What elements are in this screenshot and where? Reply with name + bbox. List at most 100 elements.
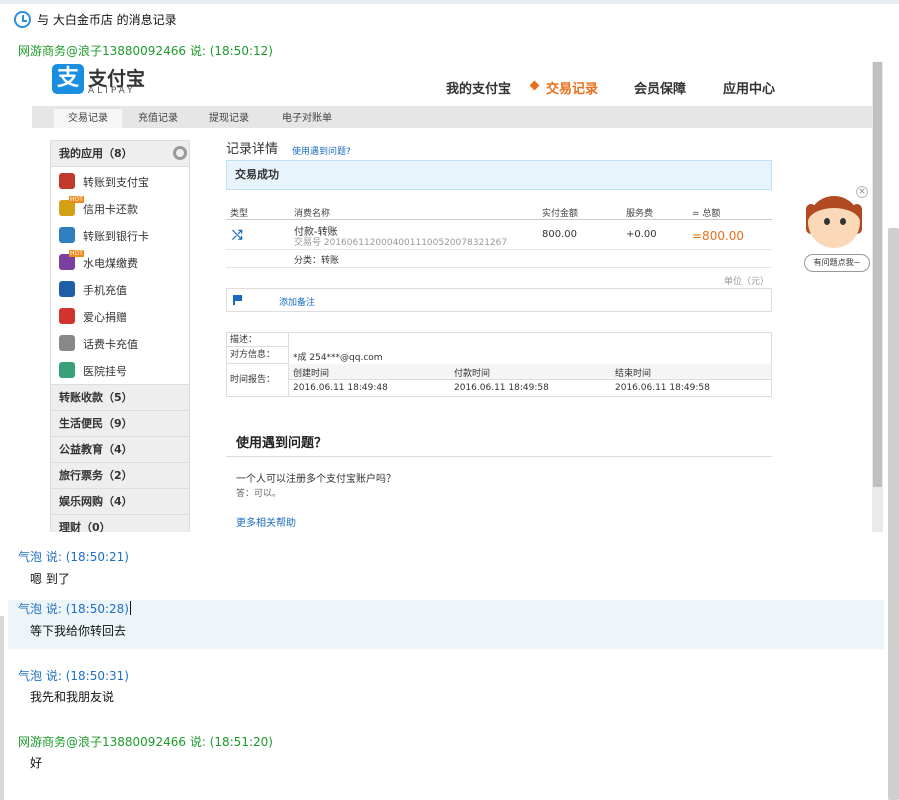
column-header: = 总额 bbox=[692, 209, 721, 219]
avatar-eye bbox=[840, 218, 846, 225]
says-label: 说: bbox=[45, 602, 62, 616]
sender-name: 网游商务@浪子13880092466 bbox=[18, 735, 186, 749]
row-trade-no: 交易号 20160611200040011100520078321267 bbox=[294, 238, 508, 248]
scrollbar[interactable] bbox=[888, 228, 899, 800]
sidebar-category: 娱乐网购（4） bbox=[51, 488, 189, 514]
sidebar-item: 转账到银行卡 bbox=[51, 222, 189, 249]
subtab-statement: 电子对账单 bbox=[282, 113, 332, 124]
message-header: 网游商务@浪子13880092466 说: (18:50:12) bbox=[18, 42, 273, 59]
subtab-trade: 交易记录 bbox=[54, 109, 122, 128]
says-label: 说: bbox=[189, 735, 206, 749]
nav-member-protection: 会员保障 bbox=[634, 82, 687, 97]
assistant-widget: × 有问题点我~ bbox=[804, 186, 870, 278]
message-time: (18:50:31) bbox=[65, 669, 129, 683]
table-row: ⤭ 付款-转账 交易号 2016061120004001110052007832… bbox=[226, 220, 772, 250]
nav-trade-records: 交易记录 bbox=[546, 82, 599, 97]
hot-badge: HOT bbox=[69, 196, 84, 203]
history-header: 与 大白金币店 的消息记录 bbox=[0, 4, 899, 34]
table-header: 类型 消费名称 实付金额 服务费 = 总额 bbox=[226, 204, 772, 220]
inner-scrollbar-thumb bbox=[873, 62, 882, 487]
bank-card-icon bbox=[59, 227, 75, 243]
says-label: 说: bbox=[189, 44, 206, 58]
message-header: 气泡 说: (18:50:31) bbox=[18, 667, 129, 684]
column-header: 消费名称 bbox=[294, 209, 331, 219]
sidebar-category: 转账收款（5） bbox=[51, 384, 189, 410]
alipay-logo-icon: 支 bbox=[52, 64, 84, 94]
row-fee: +0.00 bbox=[626, 229, 657, 240]
close-icon: × bbox=[856, 186, 868, 198]
hospital-icon bbox=[59, 362, 75, 378]
clock-icon bbox=[14, 10, 31, 28]
time-col: 创建时间 bbox=[293, 369, 330, 379]
message-text: 好 bbox=[30, 756, 43, 770]
message-text: 我先和我朋友说 bbox=[30, 690, 115, 704]
sender-name: 气泡 bbox=[18, 602, 43, 616]
help-title: 使用遇到问题？ bbox=[236, 436, 328, 451]
sidebar-item: 医院挂号 bbox=[51, 357, 189, 384]
message-time: (18:50:28) bbox=[65, 602, 129, 616]
time-value: 2016.06.11 18:49:58 bbox=[615, 383, 710, 393]
sidebar-category: 生活便民（9） bbox=[51, 410, 189, 436]
subtab-recharge: 充值记录 bbox=[138, 113, 178, 124]
help-question: 一个人可以注册多个支付宝账户吗？ bbox=[236, 474, 396, 485]
unit-label: 单位（元） bbox=[724, 277, 770, 287]
phone-icon bbox=[59, 281, 75, 297]
sender-name: 网游商务@浪子13880092466 bbox=[18, 44, 186, 58]
sidebar-item: HOT 水电煤缴费 bbox=[51, 249, 189, 276]
nav-my-alipay: 我的支付宝 bbox=[446, 82, 512, 97]
left-edge bbox=[0, 616, 4, 800]
sidebar-category: 旅行票务（2） bbox=[51, 462, 189, 488]
sidebar-item-label: 话费卡充值 bbox=[83, 338, 138, 351]
alipay-subtabs: 交易记录 充值记录 提现记录 电子对账单 bbox=[32, 106, 872, 128]
avatar-eye bbox=[824, 218, 830, 225]
hot-badge: HOT bbox=[69, 250, 84, 257]
assistant-avatar bbox=[808, 196, 860, 248]
message-time: (18:50:12) bbox=[209, 44, 273, 58]
gear-icon bbox=[173, 146, 187, 160]
nav-active-dot-icon bbox=[529, 80, 540, 91]
alipay-brand-sub: ALIPAY bbox=[88, 86, 136, 96]
desc-label: 描述： bbox=[227, 333, 289, 347]
add-note-box: 添加备注 bbox=[226, 288, 772, 312]
subtab-withdraw: 提现记录 bbox=[209, 113, 249, 124]
help-more-link: 更多相关帮助 bbox=[236, 518, 296, 529]
time-value: 2016.06.11 18:49:58 bbox=[454, 383, 549, 393]
column-header: 类型 bbox=[230, 209, 249, 219]
info-table: 描述： 对方信息： *成 254***@qq.com 时间报告： 创建时间 付款… bbox=[226, 332, 772, 397]
alipay-screenshot-image[interactable]: 支 支付宝 ALIPAY 我的支付宝 交易记录 会员保障 应用中心 交易记录 充… bbox=[32, 62, 883, 532]
message-text: 等下我给你转回去 bbox=[30, 624, 127, 638]
add-note-link: 添加备注 bbox=[279, 298, 316, 308]
message-time: (18:51:20) bbox=[209, 735, 273, 749]
sidebar-item-label: 转账到支付宝 bbox=[83, 176, 149, 189]
column-header: 实付金额 bbox=[542, 209, 579, 219]
row-amount: 800.00 bbox=[542, 229, 577, 240]
row-total: =800.00 bbox=[692, 229, 745, 243]
heart-icon bbox=[59, 308, 75, 324]
sidebar-item-label: 手机充值 bbox=[83, 284, 127, 297]
alipay-sidebar: 我的应用（8） 转账到支付宝 HOT 信用卡还款 转账到银行卡 HOT 水电煤缴… bbox=[50, 140, 190, 532]
sidebar-item-label: 转账到银行卡 bbox=[83, 230, 149, 243]
text-cursor bbox=[129, 601, 131, 615]
sender-name: 气泡 bbox=[18, 669, 43, 683]
column-header: 服务费 bbox=[626, 209, 654, 219]
sidebar-item-label: 水电煤缴费 bbox=[83, 257, 138, 270]
sidebar-category: 公益教育（4） bbox=[51, 436, 189, 462]
record-help-link: 使用遇到问题? bbox=[292, 147, 351, 157]
sidebar-item-label: 信用卡还款 bbox=[83, 203, 138, 216]
party-label: 对方信息： bbox=[227, 347, 289, 364]
time-label: 时间报告： bbox=[227, 364, 289, 396]
sidebar-item: 爱心捐赠 bbox=[51, 303, 189, 330]
sidebar-item: 话费卡充值 bbox=[51, 330, 189, 357]
record-content: 记录详情 使用遇到问题? 交易成功 类型 消费名称 实付金额 服务费 = 总额 … bbox=[226, 138, 772, 532]
time-header-row bbox=[289, 364, 771, 380]
sidebar-item: 手机充值 bbox=[51, 276, 189, 303]
party-value: *成 254***@qq.com bbox=[293, 353, 383, 363]
selected-message-background bbox=[8, 600, 884, 649]
category-row: 分类：转账 bbox=[226, 250, 772, 268]
window-title: 与 大白金币店 的消息记录 bbox=[37, 12, 177, 27]
message-header: 气泡 说: (18:50:21) bbox=[18, 548, 129, 565]
sender-name: 气泡 bbox=[18, 550, 43, 564]
alipay-topbar: 支 支付宝 ALIPAY 我的支付宝 交易记录 会员保障 应用中心 bbox=[32, 62, 872, 106]
message-header[interactable]: 气泡 说: (18:50:28) bbox=[18, 600, 131, 617]
nav-app-center: 应用中心 bbox=[723, 82, 776, 97]
